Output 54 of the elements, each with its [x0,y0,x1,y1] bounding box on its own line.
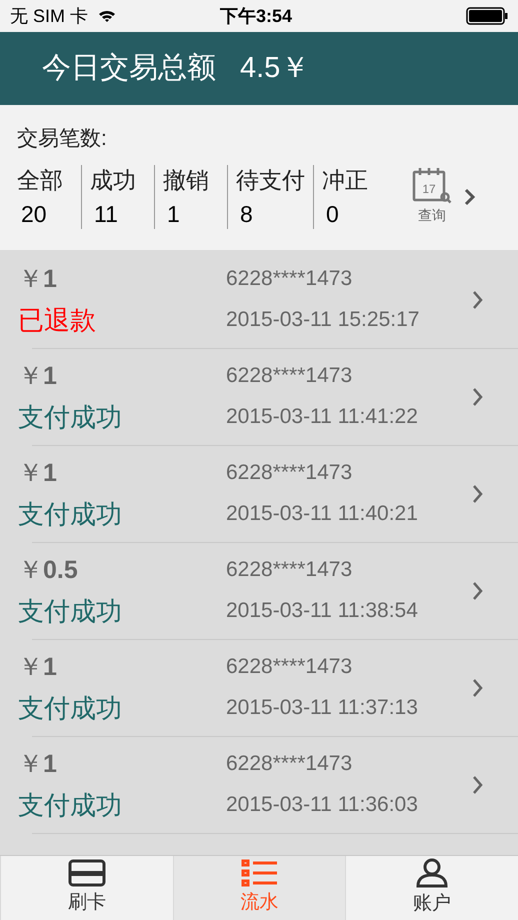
card-number: 6228****1473 [226,266,354,292]
query-button[interactable]: 17 查询 [412,167,452,226]
battery-icon [466,7,508,25]
list-icon [240,858,278,887]
status-text: 支付成功 [18,401,123,434]
user-icon [415,858,450,888]
transaction-row[interactable]: ￥1 支付成功 6228****1473 2015-03-11 11:40:21 [0,446,518,542]
transaction-time: 2015-03-11 11:37:13 [226,695,418,721]
chevron-right-icon [472,775,484,795]
status-text: 支付成功 [18,692,123,725]
chevron-right-icon [464,188,476,206]
wifi-icon [98,9,116,23]
status-text: 支付成功 [18,789,123,822]
clock-text: 下午3:54 [220,4,292,28]
amount-text: ￥0.5 [18,555,79,586]
chevron-right-icon [472,484,484,504]
status-text: 已退款 [18,304,97,337]
amount-text: ￥1 [18,652,58,683]
stat-filter[interactable]: 冲正 0 [322,164,378,228]
total-amount: 4.5￥ [240,50,310,86]
card-number: 6228****1473 [226,557,354,583]
transaction-row[interactable]: ￥1 支付成功 6228****1473 2015-03-11 11:41:22 [0,349,518,445]
tab-item[interactable]: 流水 [172,856,346,920]
stats-label: 交易笔数: [17,126,108,152]
transaction-time: 2015-03-11 15:25:17 [226,307,420,333]
status-text: 支付成功 [18,595,123,628]
chevron-right-icon [472,678,484,698]
transaction-time: 2015-03-11 11:36:03 [226,792,418,818]
stat-filter[interactable]: 全部 20 [17,164,73,228]
stat-filter[interactable]: 成功 11 [90,164,146,228]
header-title: 今日交易总额 [42,50,216,86]
card-icon [68,858,106,887]
transaction-row[interactable]: ￥1 支付成功 6228****1473 2015-03-11 11:37:13 [0,640,518,736]
transaction-time: 2015-03-11 11:40:21 [226,501,418,527]
transaction-time: 2015-03-11 11:38:54 [226,598,418,624]
card-number: 6228****1473 [226,460,354,486]
chevron-right-icon [472,387,484,407]
card-number: 6228****1473 [226,751,354,777]
transaction-row[interactable]: ￥1 支付成功 6228****1473 2015-03-11 11:36:03 [0,737,518,833]
stat-filter[interactable]: 待支付 8 [236,164,305,228]
transaction-row[interactable]: ￥0.5 支付成功 6228****1473 2015-03-11 11:38:54 [0,543,518,639]
chevron-right-icon [472,581,484,601]
card-number: 6228****1473 [226,363,354,389]
transaction-time: 2015-03-11 11:41:22 [226,404,418,430]
status-text: 支付成功 [18,498,123,531]
carrier-text: 无 SIM 卡 [10,4,88,28]
amount-text: ￥1 [18,264,58,295]
amount-text: ￥1 [18,749,58,780]
amount-text: ￥1 [18,361,58,392]
card-number: 6228****1473 [226,654,354,680]
chevron-right-icon [472,290,484,310]
transaction-row[interactable]: ￥1 已退款 6228****1473 2015-03-11 15:25:17 [0,252,518,348]
amount-text: ￥1 [18,458,58,489]
stat-filter[interactable]: 撤销 1 [163,164,219,228]
